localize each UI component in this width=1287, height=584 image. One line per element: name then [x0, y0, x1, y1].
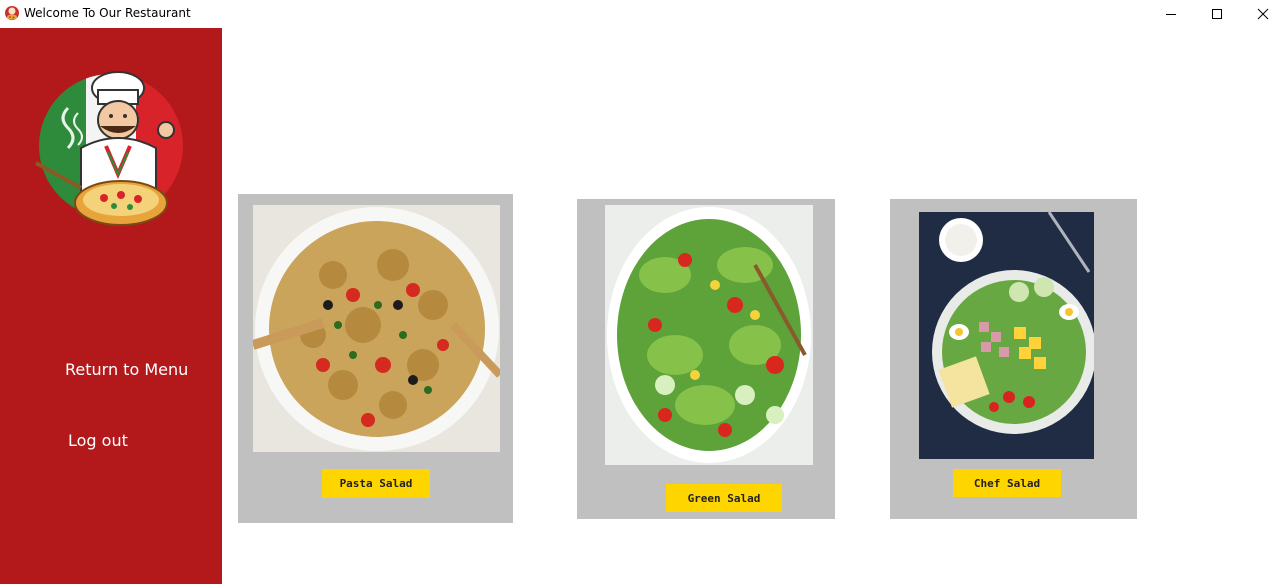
close-icon — [1257, 8, 1269, 20]
return-to-menu-link[interactable]: Return to Menu — [65, 360, 188, 379]
title-bar: Welcome To Our Restaurant — [0, 0, 1287, 28]
menu-card-green-salad: Green Salad — [577, 199, 835, 519]
menu-card-chef-salad: Chef Salad — [890, 199, 1137, 519]
maximize-button[interactable] — [1194, 0, 1240, 28]
green-salad-photo — [605, 205, 813, 465]
minimize-button[interactable] — [1148, 0, 1194, 28]
maximize-icon — [1212, 9, 1222, 19]
close-button[interactable] — [1240, 0, 1286, 28]
pasta-salad-photo — [253, 205, 500, 452]
pizza-chef-logo — [35, 71, 183, 226]
chef-salad-button[interactable]: Chef Salad — [953, 469, 1061, 497]
menu-card-pasta-salad: Pasta Salad — [238, 194, 513, 523]
pizza-chef-icon — [5, 6, 19, 20]
green-salad-button[interactable]: Green Salad — [666, 484, 782, 512]
window-title: Welcome To Our Restaurant — [24, 6, 191, 20]
chef-salad-photo — [919, 212, 1094, 459]
pasta-salad-button[interactable]: Pasta Salad — [322, 469, 430, 498]
sidebar: Return to Menu Log out — [0, 28, 222, 584]
logout-link[interactable]: Log out — [68, 431, 128, 450]
minimize-icon — [1166, 14, 1176, 15]
